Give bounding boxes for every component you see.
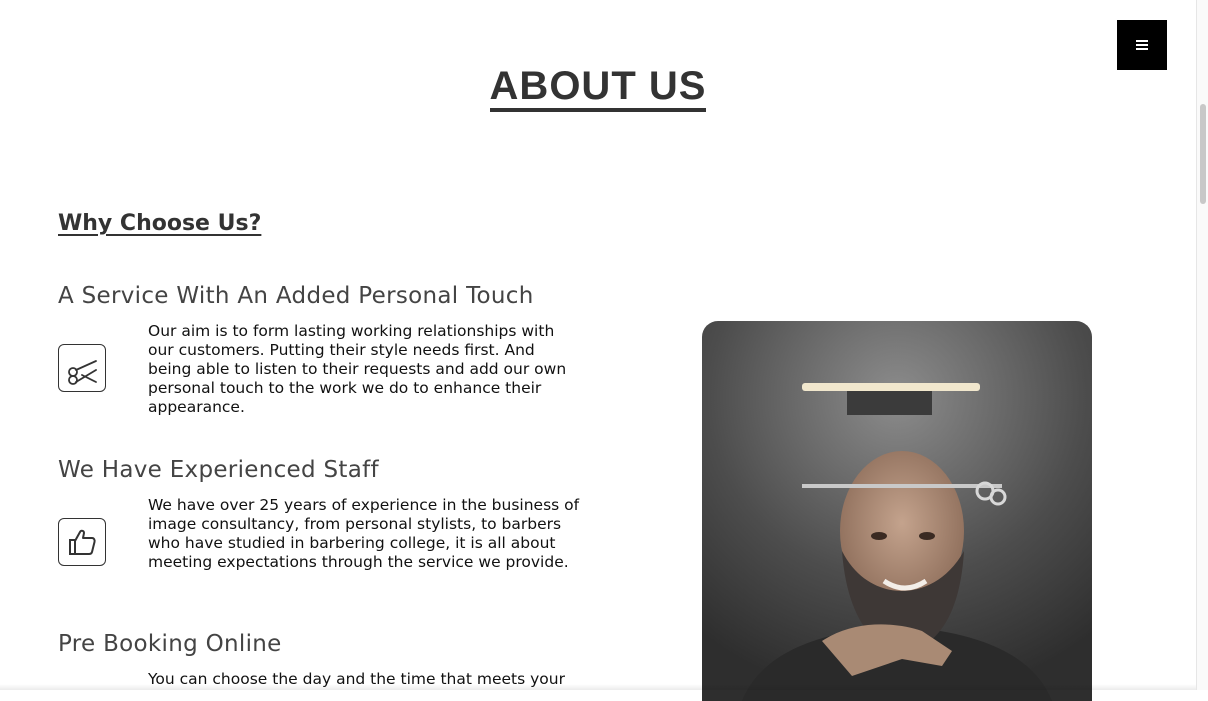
- thumbs-up-icon: [58, 518, 106, 566]
- scrollbar-thumb[interactable]: [1200, 104, 1206, 204]
- bottom-fade: [0, 684, 1196, 690]
- barber-photo: [702, 321, 1092, 701]
- scissors-icon: [58, 344, 106, 392]
- page-title: ABOUT US: [0, 64, 1196, 112]
- feature-text-experienced-staff: We have over 25 years of experience in t…: [148, 496, 580, 571]
- section-title: Why Choose Us?: [58, 211, 262, 236]
- feature-heading-pre-booking: Pre Booking Online: [58, 631, 282, 657]
- page-title-text: ABOUT US: [489, 64, 707, 112]
- menu-icon: [1135, 36, 1149, 55]
- feature-heading-personal-touch: A Service With An Added Personal Touch: [58, 283, 534, 309]
- feature-text-personal-touch: Our aim is to form lasting working relat…: [148, 322, 567, 416]
- menu-button[interactable]: [1117, 20, 1167, 70]
- feature-heading-experienced-staff: We Have Experienced Staff: [58, 457, 379, 483]
